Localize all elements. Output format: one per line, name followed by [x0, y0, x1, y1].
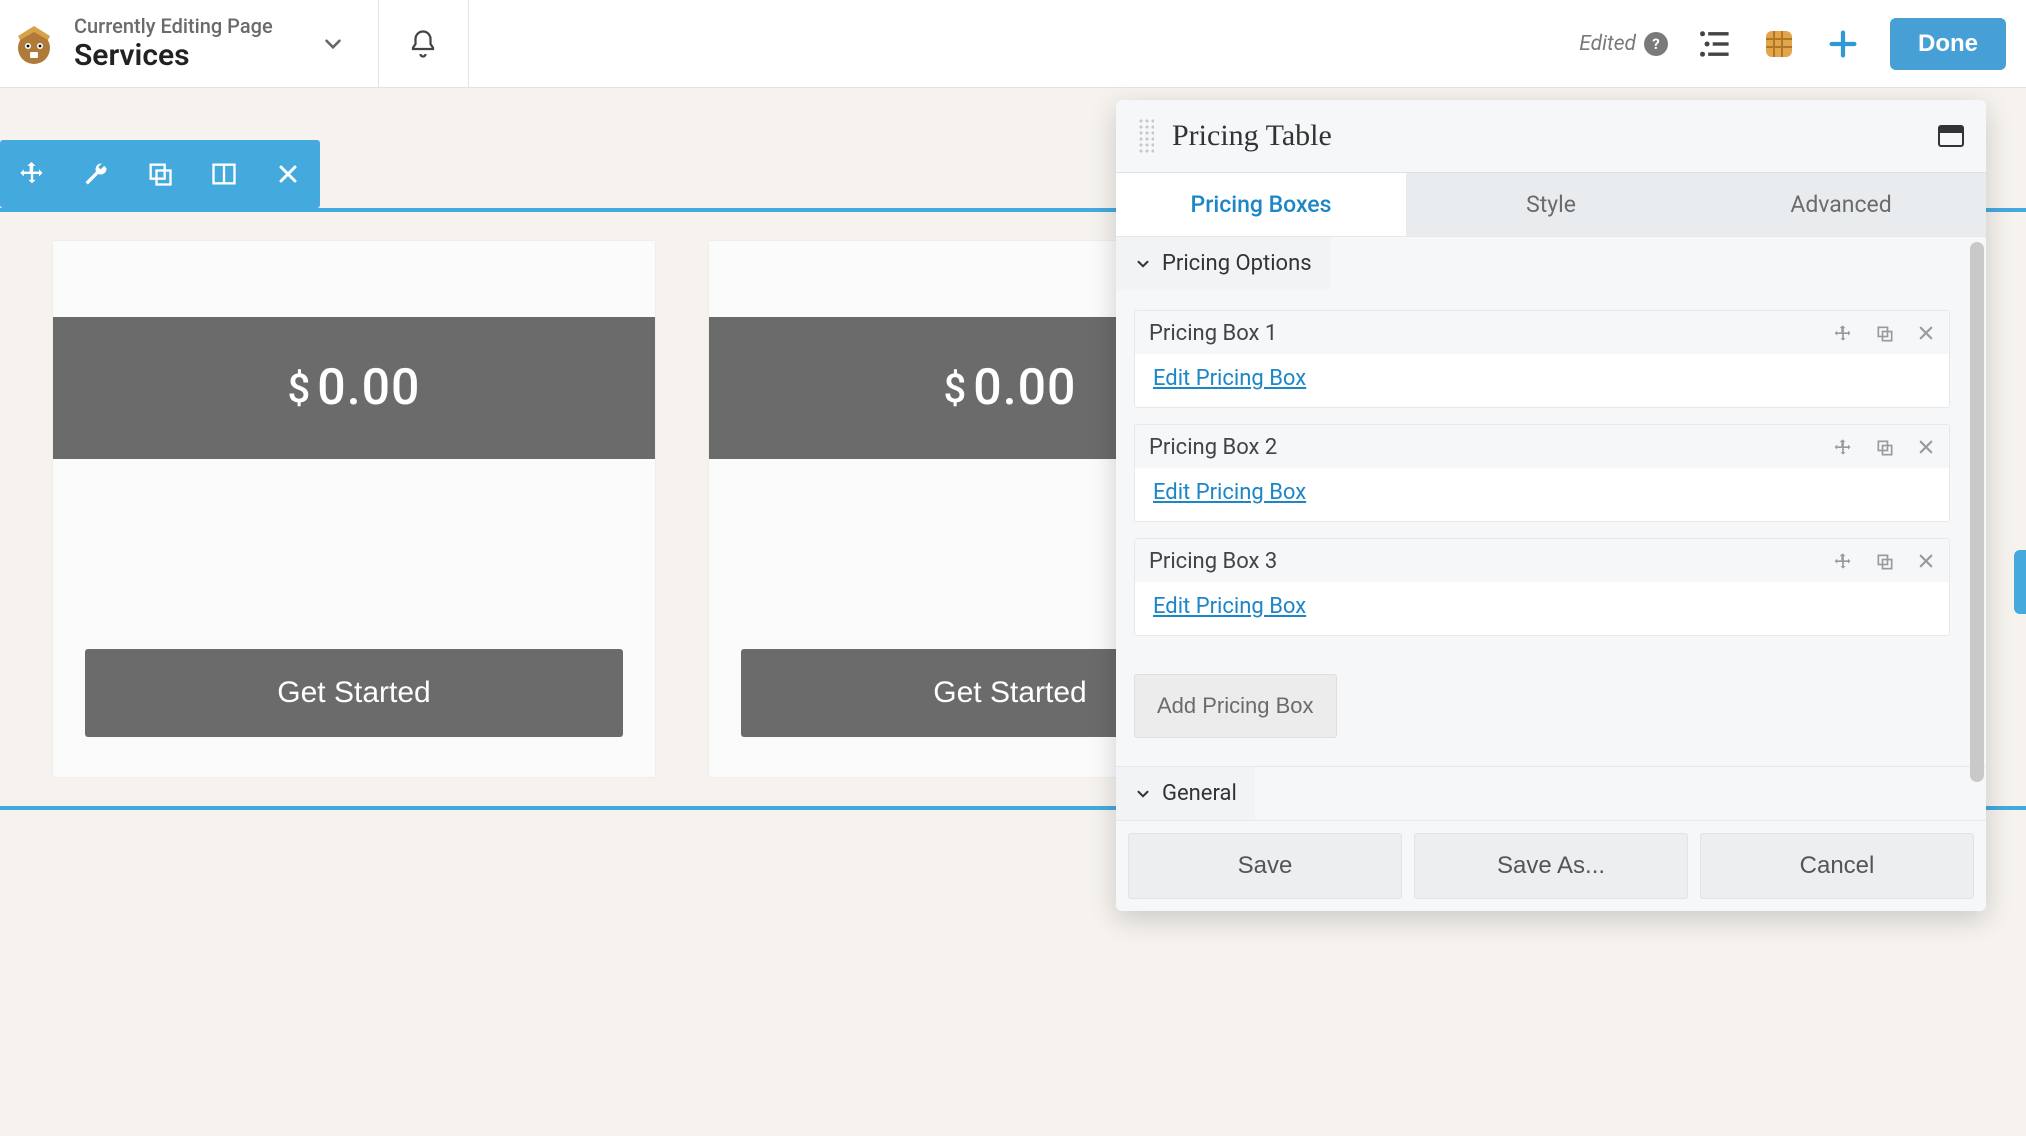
right-edge-indicator[interactable]	[2014, 550, 2026, 614]
item-duplicate-button[interactable]	[1875, 438, 1895, 458]
panel-footer: Save Save As... Cancel	[1116, 820, 1986, 911]
settings-button[interactable]	[64, 140, 128, 208]
section-general: General	[1116, 766, 1986, 820]
topbar: Currently Editing Page Services Edited ?	[0, 0, 2026, 88]
edited-label: Edited	[1579, 32, 1636, 56]
move-button[interactable]	[0, 140, 64, 208]
pricing-item-list: Pricing Box 1 Edit Pricing Box Pricing B…	[1116, 290, 1986, 636]
panel-resize-button[interactable]	[1938, 125, 1964, 147]
duplicate-icon	[1875, 324, 1895, 344]
panel-title: Pricing Table	[1172, 119, 1920, 153]
currency-symbol: $	[944, 365, 968, 412]
section-pricing-options: Pricing Options Pricing Box 1 Edit Pric	[1116, 236, 1986, 766]
item-move-button[interactable]	[1833, 438, 1853, 458]
move-icon	[1833, 438, 1853, 458]
pricing-card[interactable]: $ 0.00 Get Started	[52, 240, 656, 778]
pricing-item-title: Pricing Box 3	[1149, 549, 1833, 574]
edit-pricing-box-link[interactable]: Edit Pricing Box	[1153, 594, 1306, 619]
move-icon	[18, 160, 46, 188]
scrollbar-thumb[interactable]	[1970, 242, 1984, 782]
close-icon	[276, 162, 300, 186]
price-value: 0.00	[317, 359, 420, 417]
assets-button[interactable]	[1762, 27, 1796, 61]
move-icon	[1833, 324, 1853, 344]
edit-pricing-box-link[interactable]: Edit Pricing Box	[1153, 366, 1306, 391]
bell-icon	[408, 29, 438, 59]
edit-pricing-box-link[interactable]: Edit Pricing Box	[1153, 480, 1306, 505]
window-icon	[1938, 125, 1964, 147]
add-pricing-box-button[interactable]: Add Pricing Box	[1134, 674, 1337, 738]
done-button[interactable]: Done	[1890, 18, 2006, 70]
close-icon	[1917, 552, 1935, 570]
pricing-item-title: Pricing Box 1	[1149, 321, 1833, 346]
move-icon	[1833, 552, 1853, 572]
column-button[interactable]	[192, 140, 256, 208]
section-label: Pricing Options	[1162, 251, 1312, 276]
cancel-button[interactable]: Cancel	[1700, 833, 1974, 899]
pricing-item-title: Pricing Box 2	[1149, 435, 1833, 460]
save-button[interactable]: Save	[1128, 833, 1402, 899]
price-band: $ 0.00	[53, 317, 655, 459]
chevron-down-icon	[1134, 255, 1152, 273]
pricing-item: Pricing Box 1 Edit Pricing Box	[1134, 310, 1950, 408]
close-icon	[1917, 324, 1935, 342]
outline-icon	[1698, 29, 1732, 59]
waffle-icon	[1762, 27, 1796, 61]
topbar-left: Currently Editing Page Services	[0, 0, 289, 87]
beaver-logo-icon	[8, 18, 60, 70]
currency-symbol: $	[288, 365, 312, 412]
duplicate-icon	[1875, 438, 1895, 458]
duplicate-icon	[1875, 552, 1895, 572]
page-dropdown-button[interactable]	[289, 0, 379, 87]
pricing-item: Pricing Box 3 Edit Pricing Box	[1134, 538, 1950, 636]
price-value: 0.00	[973, 359, 1076, 417]
plus-icon	[1826, 27, 1860, 61]
panel-tabs: Pricing Boxes Style Advanced	[1116, 172, 1986, 236]
cta-button[interactable]: Get Started	[85, 649, 623, 737]
settings-panel: Pricing Table Pricing Boxes Style Advanc…	[1116, 100, 1986, 911]
columns-icon	[210, 160, 238, 188]
section-label: General	[1162, 781, 1237, 806]
item-move-button[interactable]	[1833, 324, 1853, 344]
module-toolbar	[0, 140, 320, 208]
outline-button[interactable]	[1698, 29, 1732, 59]
item-remove-button[interactable]	[1917, 324, 1935, 344]
tab-style[interactable]: Style	[1406, 172, 1696, 236]
duplicate-icon	[146, 160, 174, 188]
item-duplicate-button[interactable]	[1875, 324, 1895, 344]
section-header-general[interactable]: General	[1116, 767, 1255, 820]
duplicate-button[interactable]	[128, 140, 192, 208]
page-title-block: Currently Editing Page Services	[74, 14, 273, 73]
tab-advanced[interactable]: Advanced	[1696, 172, 1986, 236]
remove-button[interactable]	[256, 140, 320, 208]
drag-handle-icon[interactable]	[1138, 118, 1154, 154]
wrench-icon	[82, 160, 110, 188]
panel-header: Pricing Table	[1116, 100, 1986, 172]
chevron-down-icon	[1134, 785, 1152, 803]
edited-status: Edited ?	[1579, 32, 1668, 56]
pricing-item: Pricing Box 2 Edit Pricing Box	[1134, 424, 1950, 522]
close-icon	[1917, 438, 1935, 456]
item-duplicate-button[interactable]	[1875, 552, 1895, 572]
item-remove-button[interactable]	[1917, 438, 1935, 458]
page-title: Services	[74, 38, 273, 73]
panel-body: Pricing Options Pricing Box 1 Edit Pric	[1116, 236, 1986, 820]
save-as-button[interactable]: Save As...	[1414, 833, 1688, 899]
section-header-pricing-options[interactable]: Pricing Options	[1116, 237, 1330, 290]
item-move-button[interactable]	[1833, 552, 1853, 572]
editing-label: Currently Editing Page	[74, 14, 273, 38]
add-content-button[interactable]	[1826, 27, 1860, 61]
tab-pricing-boxes[interactable]: Pricing Boxes	[1116, 172, 1406, 236]
topbar-right: Edited ? Done	[1579, 0, 2026, 87]
notifications-button[interactable]	[379, 0, 469, 87]
help-icon[interactable]: ?	[1644, 32, 1668, 56]
chevron-down-icon	[320, 31, 346, 57]
item-remove-button[interactable]	[1917, 552, 1935, 572]
